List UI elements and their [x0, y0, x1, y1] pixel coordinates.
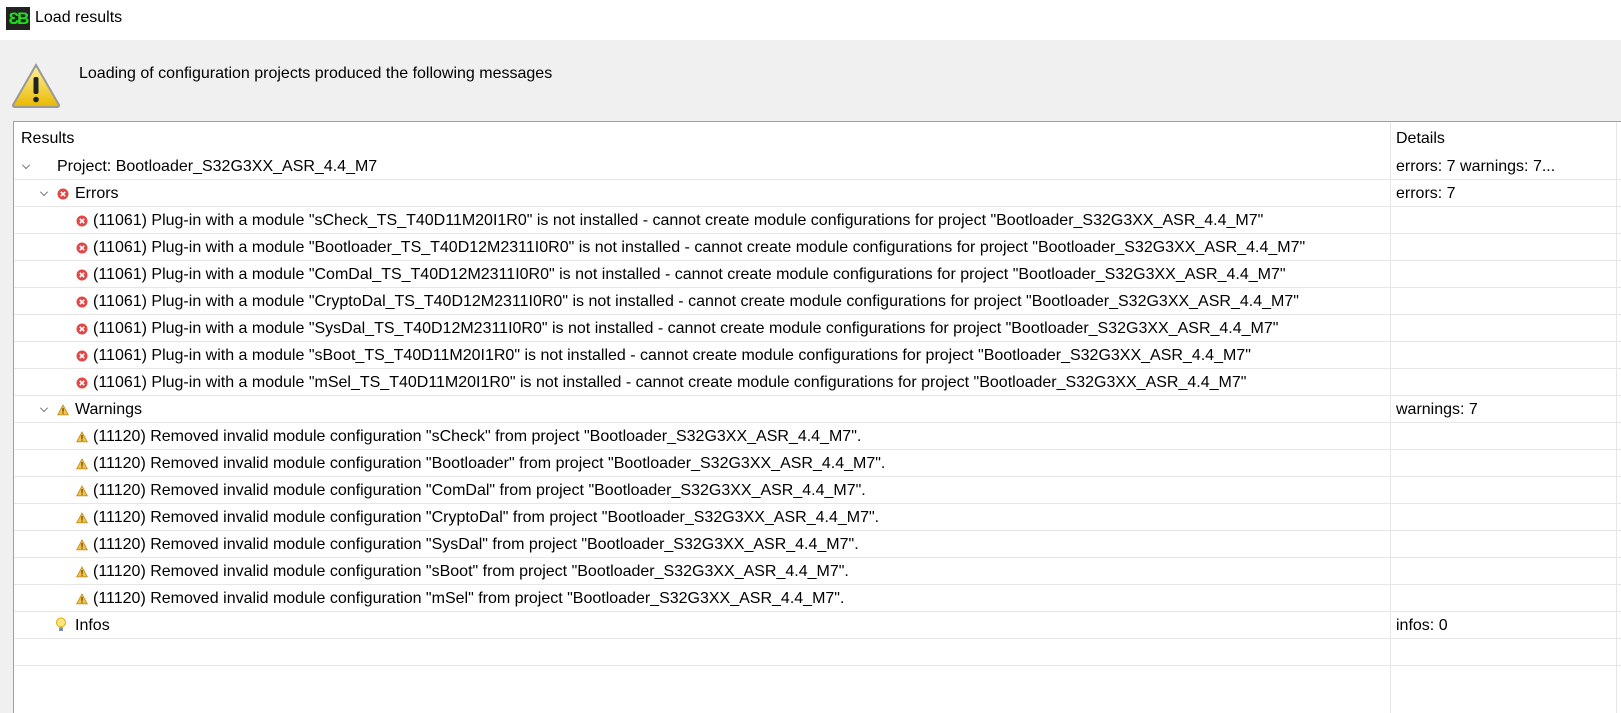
expand-chevron-icon[interactable] — [40, 404, 48, 412]
empty-row[interactable] — [14, 639, 1621, 666]
row-label: (11061) Plug-in with a module "sCheck_TS… — [93, 212, 1264, 229]
warning-item[interactable]: (11120) Removed invalid module configura… — [14, 504, 1621, 531]
tree-row-infos[interactable]: Infos infos: 0 — [14, 612, 1621, 639]
column-header-details[interactable]: Details — [1396, 122, 1445, 153]
header-message: Loading of configuration projects produc… — [79, 65, 553, 82]
row-label: (11061) Plug-in with a module "CryptoDal… — [93, 293, 1299, 310]
warning-icon — [57, 403, 69, 416]
row-label: Errors — [75, 185, 119, 202]
error-item[interactable]: (11061) Plug-in with a module "CryptoDal… — [14, 288, 1621, 315]
row-label: (11061) Plug-in with a module "Bootloade… — [93, 239, 1306, 256]
warning-large-icon — [11, 63, 61, 108]
error-icon — [76, 268, 88, 281]
app-logo-icon: ƐB — [6, 7, 30, 30]
expand-chevron-icon[interactable] — [22, 161, 30, 169]
tree-row-project[interactable]: Project: Bootloader_S32G3XX_ASR_4.4_M7 er… — [14, 153, 1621, 180]
warning-icon — [76, 430, 88, 443]
row-label: (11120) Removed invalid module configura… — [93, 455, 886, 472]
error-item[interactable]: (11061) Plug-in with a module "SysDal_TS… — [14, 315, 1621, 342]
row-label: Infos — [75, 617, 110, 634]
row-details: errors: 7 warnings: 7... — [1396, 158, 1556, 175]
title-bar: ƐB Load results — [0, 0, 1621, 40]
row-label: Warnings — [75, 401, 142, 418]
warning-item[interactable]: (11120) Removed invalid module configura… — [14, 531, 1621, 558]
warning-icon — [76, 484, 88, 497]
row-label: (11120) Removed invalid module configura… — [93, 509, 880, 526]
row-label: (11120) Removed invalid module configura… — [93, 563, 849, 580]
row-label: (11061) Plug-in with a module "ComDal_TS… — [93, 266, 1286, 283]
row-label: (11061) Plug-in with a module "SysDal_TS… — [93, 320, 1279, 337]
error-item[interactable]: (11061) Plug-in with a module "mSel_TS_T… — [14, 369, 1621, 396]
error-icon — [76, 322, 88, 335]
warning-item[interactable]: (11120) Removed invalid module configura… — [14, 558, 1621, 585]
row-label: (11120) Removed invalid module configura… — [93, 482, 866, 499]
warning-item[interactable]: (11120) Removed invalid module configura… — [14, 477, 1621, 504]
error-item[interactable]: (11061) Plug-in with a module "Bootloade… — [14, 234, 1621, 261]
warning-icon — [76, 592, 88, 605]
tree-row-warnings[interactable]: Warnings warnings: 7 — [14, 396, 1621, 423]
warning-icon — [76, 538, 88, 551]
row-label: (11120) Removed invalid module configura… — [93, 536, 859, 553]
row-details: infos: 0 — [1396, 617, 1448, 634]
row-details: warnings: 7 — [1396, 401, 1478, 418]
row-label: (11120) Removed invalid module configura… — [93, 590, 845, 607]
warning-icon — [76, 565, 88, 578]
warning-item[interactable]: (11120) Removed invalid module configura… — [14, 423, 1621, 450]
warning-icon — [76, 511, 88, 524]
row-label: Project: Bootloader_S32G3XX_ASR_4.4_M7 — [57, 158, 378, 175]
row-label: (11120) Removed invalid module configura… — [93, 428, 862, 445]
error-item[interactable]: (11061) Plug-in with a module "sCheck_TS… — [14, 207, 1621, 234]
window-title: Load results — [35, 9, 123, 26]
error-icon — [76, 376, 88, 389]
warning-item[interactable]: (11120) Removed invalid module configura… — [14, 585, 1621, 612]
error-icon — [76, 295, 88, 308]
column-header-results[interactable]: Results — [21, 122, 74, 153]
warning-icon — [76, 457, 88, 470]
row-label: (11061) Plug-in with a module "sBoot_TS_… — [93, 347, 1251, 364]
error-item[interactable]: (11061) Plug-in with a module "ComDal_TS… — [14, 261, 1621, 288]
row-label: (11061) Plug-in with a module "mSel_TS_T… — [93, 374, 1247, 391]
row-details: errors: 7 — [1396, 185, 1456, 202]
expand-chevron-icon[interactable] — [40, 188, 48, 196]
tree-row-errors[interactable]: Errors errors: 7 — [14, 180, 1621, 207]
error-icon — [76, 241, 88, 254]
results-tree[interactable]: Results Details Project: Bootloader_S32G… — [13, 121, 1621, 713]
error-icon — [57, 187, 69, 200]
lightbulb-icon — [55, 617, 67, 631]
error-icon — [76, 349, 88, 362]
error-item[interactable]: (11061) Plug-in with a module "sBoot_TS_… — [14, 342, 1621, 369]
error-icon — [76, 214, 88, 227]
warning-item[interactable]: (11120) Removed invalid module configura… — [14, 450, 1621, 477]
